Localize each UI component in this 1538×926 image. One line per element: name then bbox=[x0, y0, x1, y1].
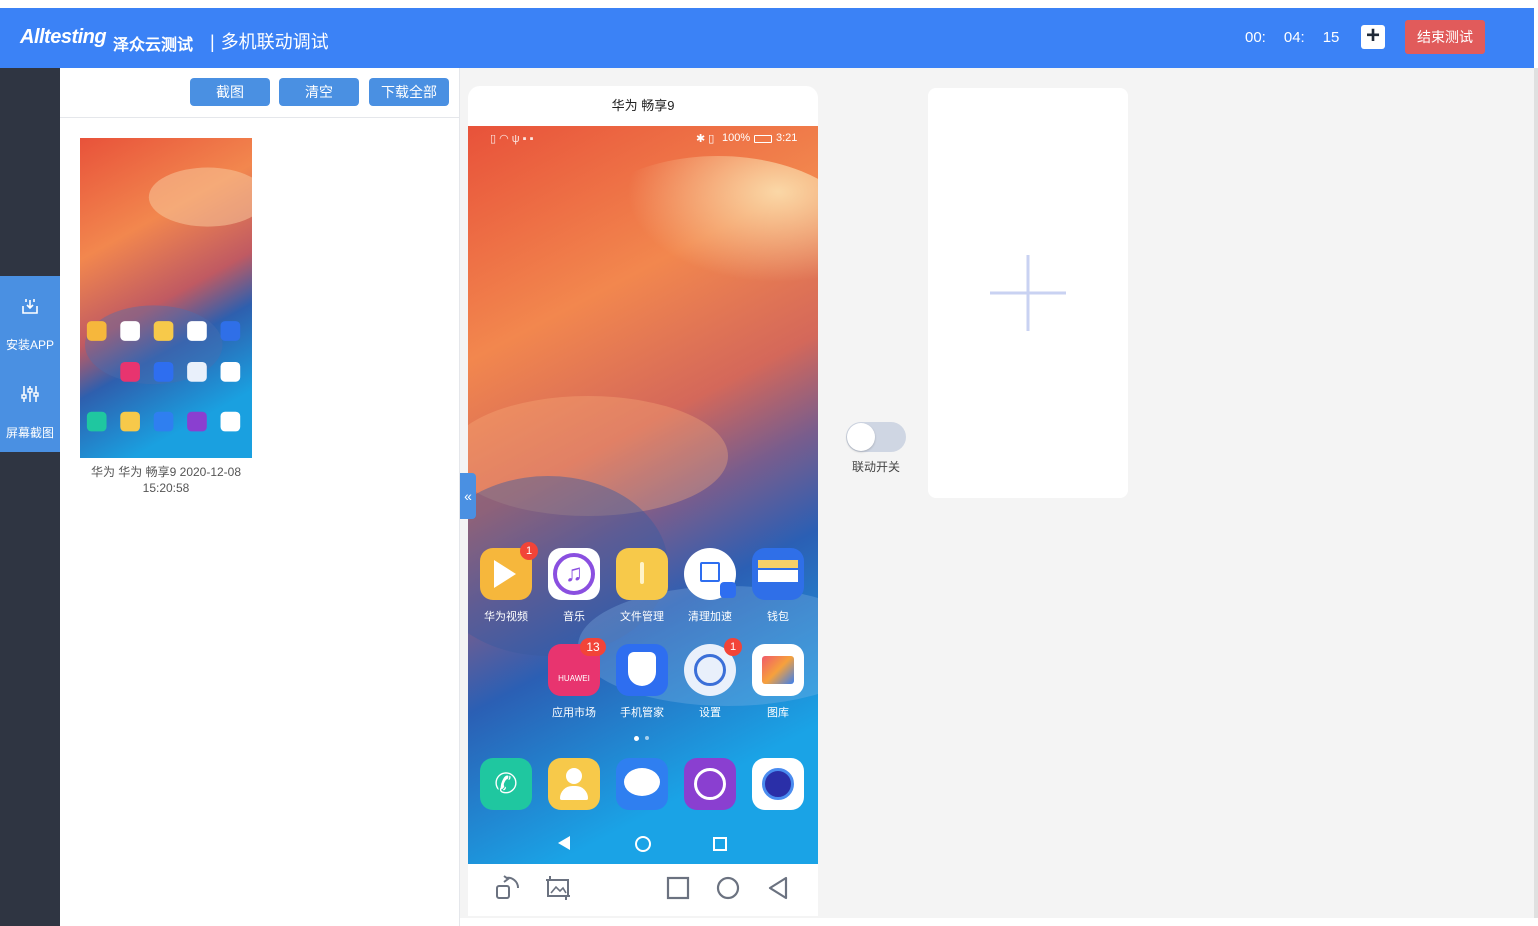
browser-app-icon[interactable] bbox=[684, 758, 736, 810]
screenshot-caption: 华为 华为 畅享9 2020-12-08 15:20:58 bbox=[80, 464, 252, 496]
plus-icon bbox=[990, 255, 1066, 331]
toggle-knob bbox=[847, 423, 875, 451]
clear-button[interactable]: 清空 bbox=[279, 78, 359, 106]
top-header-bar: Alltesting 泽众云测试 多机联动调试 00: 04: 15 + 结束测试 bbox=[0, 8, 1534, 68]
phone-manager-icon bbox=[616, 644, 668, 696]
app-label: 应用市场 bbox=[552, 707, 596, 719]
page-title: 多机联动调试 bbox=[210, 28, 329, 54]
rail-item-label: 安装APP bbox=[5, 338, 54, 352]
status-icons-right: ✱ ▯ bbox=[696, 133, 715, 145]
battery-level: 100% bbox=[722, 132, 751, 144]
screenshot-toolbar: 截图 清空 下载全部 bbox=[60, 68, 460, 118]
timer-hours: 00: bbox=[1245, 29, 1266, 46]
app-label: 音乐 bbox=[563, 611, 585, 623]
app-gallery-icon: HUAWEI 13 bbox=[548, 638, 606, 696]
camera-app-icon[interactable] bbox=[752, 758, 804, 810]
rail-item-label: 屏幕截图 bbox=[5, 426, 54, 440]
notification-badge: 13 bbox=[580, 638, 606, 656]
sync-toggle-label: 联动开关 bbox=[851, 460, 900, 474]
session-timer: 00: 04: 15 bbox=[1245, 29, 1357, 46]
app-label: 图库 bbox=[767, 707, 789, 719]
nav-recent-icon[interactable] bbox=[713, 837, 727, 851]
screenshot-settings-icon bbox=[21, 386, 39, 402]
home-app-row-2: HUAWEI 13 应用市场 手机管家 1 设置 图库 bbox=[468, 638, 818, 720]
home-icon[interactable] bbox=[714, 874, 742, 902]
device-name: 华为 畅享9 bbox=[611, 98, 675, 113]
timer-minutes: 04: bbox=[1283, 29, 1305, 46]
app-label: 清理加速 bbox=[688, 611, 732, 623]
end-test-button[interactable]: 结束测试 bbox=[1405, 20, 1485, 54]
app-label: 文件管理 bbox=[620, 611, 664, 623]
capture-button[interactable]: 截图 bbox=[190, 78, 270, 106]
app-label: 华为视频 bbox=[484, 611, 528, 623]
add-time-button[interactable]: + bbox=[1361, 24, 1385, 49]
music-icon: ♫ bbox=[548, 548, 600, 600]
app-huawei-video[interactable]: 1 华为视频 bbox=[480, 542, 538, 624]
page-scrollbar[interactable] bbox=[1534, 68, 1538, 918]
settings-icon: 1 bbox=[684, 638, 742, 696]
phone-app-icon[interactable]: ✆ bbox=[480, 758, 532, 810]
brand-chinese-name: 泽众云测试 bbox=[113, 37, 194, 54]
back-icon[interactable] bbox=[764, 874, 792, 902]
android-nav-bar bbox=[468, 826, 818, 864]
rail-menu: 安装APP 屏幕截图 bbox=[0, 276, 60, 452]
wallet-icon bbox=[752, 548, 804, 600]
screenshot-thumbnail[interactable] bbox=[80, 138, 267, 458]
messages-app-icon[interactable] bbox=[616, 758, 668, 810]
status-bar: ▯ ◠ ψ ▪ ▪ ✱ ▯ 100% 3:21 bbox=[468, 132, 818, 148]
brand-logo-text: Alltesting bbox=[20, 26, 107, 48]
huawei-video-icon: 1 bbox=[480, 542, 538, 600]
page-indicator bbox=[634, 736, 654, 742]
status-icons-left: ▯ ◠ ψ ▪ ▪ bbox=[490, 133, 534, 145]
device-control-bar bbox=[468, 864, 818, 916]
gallery-icon bbox=[752, 644, 804, 696]
dock: ✆ bbox=[468, 758, 818, 812]
app-app-gallery[interactable]: HUAWEI 13 应用市场 bbox=[548, 638, 606, 720]
file-manager-icon bbox=[616, 548, 668, 600]
sync-toggle[interactable] bbox=[846, 422, 906, 452]
cleaner-icon bbox=[684, 548, 736, 600]
device-stage: 华为 畅享9 ▯ ◠ ψ ▪ ▪ ✱ ▯ 100% 3:21 1 华为视频 ♫ … bbox=[460, 68, 1534, 918]
nav-home-icon[interactable] bbox=[635, 836, 651, 852]
app-phone-manager[interactable]: 手机管家 bbox=[616, 644, 668, 720]
app-label: 手机管家 bbox=[620, 707, 664, 719]
crop-screenshot-icon[interactable] bbox=[544, 874, 572, 902]
notification-badge: 1 bbox=[520, 542, 538, 560]
notification-badge: 1 bbox=[724, 638, 742, 656]
app-settings[interactable]: 1 设置 bbox=[684, 638, 742, 720]
screenshot-caption-line1: 华为 华为 畅享9 2020-12-08 bbox=[90, 465, 242, 479]
device-screen[interactable]: ▯ ◠ ψ ▪ ▪ ✱ ▯ 100% 3:21 1 华为视频 ♫ 音乐 文件管理… bbox=[468, 126, 818, 864]
contacts-app-icon[interactable] bbox=[548, 758, 600, 810]
nav-back-icon[interactable] bbox=[558, 836, 570, 850]
app-label: 钱包 bbox=[767, 611, 789, 623]
rail-item-screenshot[interactable]: 屏幕截图 bbox=[0, 364, 60, 452]
screenshot-panel: 截图 清空 下载全部 华为 华为 畅享9 2020-12-08 15:20:58 bbox=[60, 68, 460, 926]
app-cleaner[interactable]: 清理加速 bbox=[684, 548, 736, 624]
clock-time: 3:21 bbox=[776, 132, 798, 144]
app-file-manager[interactable]: 文件管理 bbox=[616, 548, 668, 624]
battery-icon bbox=[754, 135, 772, 143]
add-device-card[interactable] bbox=[928, 88, 1128, 498]
rail-item-install-app[interactable]: 安装APP bbox=[0, 276, 60, 364]
app-music[interactable]: ♫ 音乐 bbox=[548, 548, 600, 624]
app-label: 设置 bbox=[699, 707, 721, 719]
collapse-panel-button[interactable]: « bbox=[460, 473, 476, 519]
download-all-button[interactable]: 下载全部 bbox=[369, 78, 449, 106]
app-wallet[interactable]: 钱包 bbox=[752, 548, 804, 624]
left-nav-rail: 安装APP 屏幕截图 bbox=[0, 68, 68, 926]
app-gallery[interactable]: 图库 bbox=[752, 644, 804, 720]
timer-seconds: 15 bbox=[1322, 29, 1340, 46]
recent-apps-icon[interactable] bbox=[664, 874, 692, 902]
rotate-icon[interactable] bbox=[494, 874, 522, 902]
device-card: 华为 畅享9 ▯ ◠ ψ ▪ ▪ ✱ ▯ 100% 3:21 1 华为视频 ♫ … bbox=[468, 86, 818, 916]
install-app-icon bbox=[22, 299, 38, 314]
screenshot-caption-line2: 15:20:58 bbox=[142, 481, 190, 495]
home-app-row-1: 1 华为视频 ♫ 音乐 文件管理 清理加速 钱包 bbox=[468, 542, 818, 624]
